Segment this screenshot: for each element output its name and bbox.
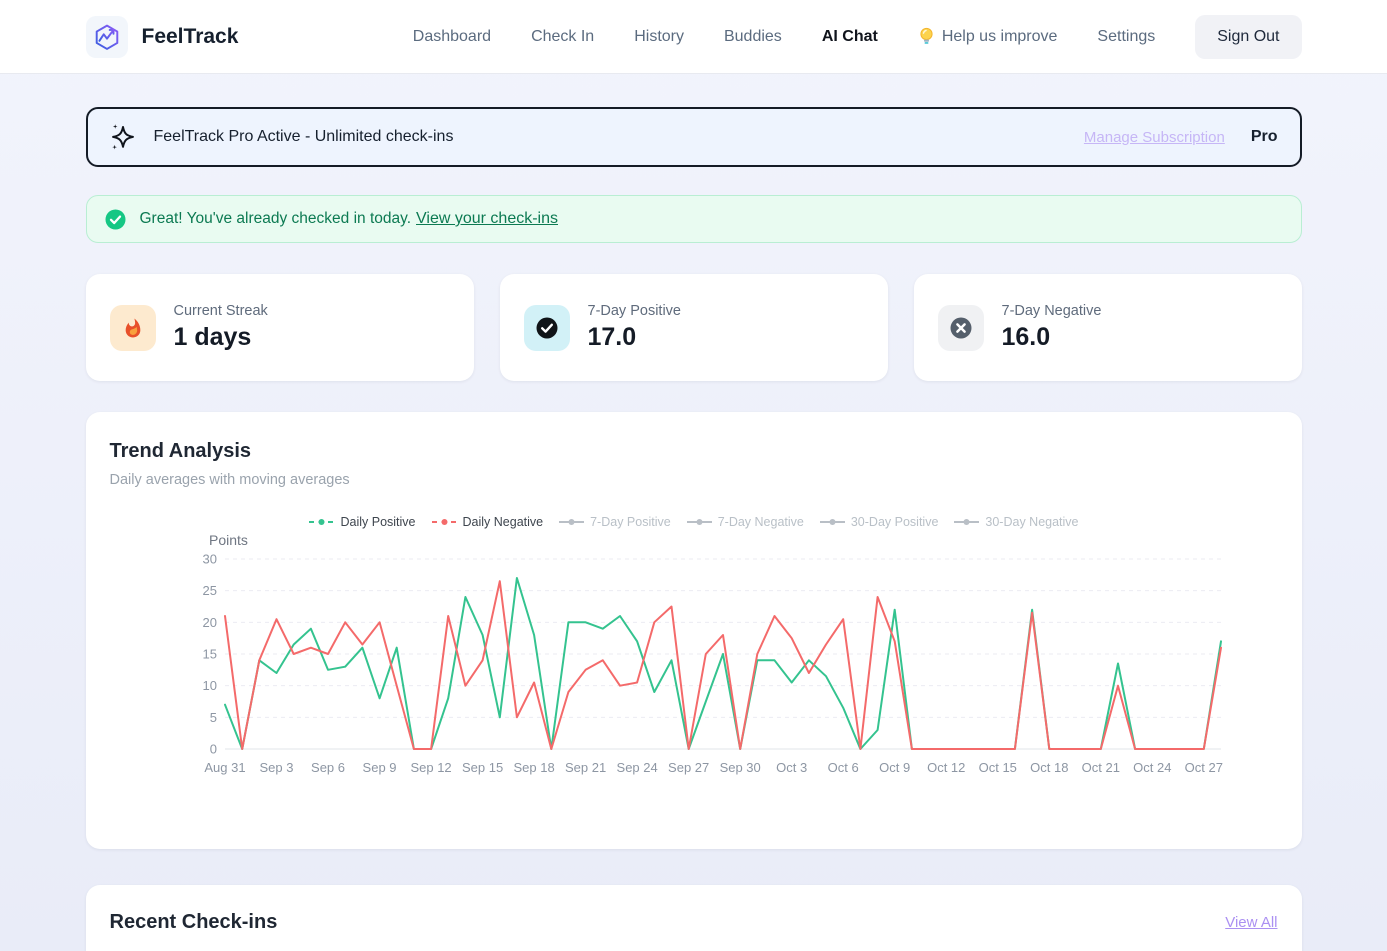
x-badge-icon — [938, 305, 984, 351]
svg-text:Oct 9: Oct 9 — [879, 760, 910, 775]
check-circle-icon — [105, 209, 126, 230]
svg-text:Sep 27: Sep 27 — [668, 760, 709, 775]
svg-text:Sep 6: Sep 6 — [311, 760, 345, 775]
svg-text:Oct 15: Oct 15 — [978, 760, 1016, 775]
svg-text:Oct 12: Oct 12 — [927, 760, 965, 775]
legend-item[interactable]: 30-Day Positive — [819, 515, 939, 529]
brand: FeelTrack — [86, 16, 239, 58]
stat-label: 7-Day Negative — [1002, 303, 1102, 319]
stat-card-current-streak: Current Streak 1 days — [86, 274, 474, 381]
svg-text:Sep 21: Sep 21 — [565, 760, 606, 775]
nav-item-settings[interactable]: Settings — [1097, 28, 1155, 46]
svg-text:Sep 3: Sep 3 — [259, 760, 293, 775]
pro-badge: Pro — [1251, 128, 1278, 146]
trend-analysis-card: Trend Analysis Daily averages with movin… — [86, 412, 1302, 849]
lightbulb-icon — [918, 27, 935, 46]
view-checkins-link[interactable]: View your check-ins — [416, 210, 558, 228]
trend-chart-svg: 0 5 10 15 20 25 30 Points Aug 31 Sep 3 Sep 6 Sep 9 S… — [110, 531, 1250, 783]
recent-title: Recent Check-ins — [110, 911, 278, 934]
help-label: Help us improve — [942, 28, 1058, 46]
trend-subtitle: Daily averages with moving averages — [110, 472, 1278, 488]
nav-links: Dashboard Check In History Buddies AI Ch… — [413, 15, 1302, 59]
nav-item-help-us-improve[interactable]: Help us improve — [918, 27, 1058, 46]
navbar: FeelTrack Dashboard Check In History Bud… — [0, 0, 1387, 74]
svg-text:Sep 9: Sep 9 — [362, 760, 396, 775]
success-banner: Great! You've already checked in today. … — [86, 195, 1302, 243]
check-badge-icon — [524, 305, 570, 351]
svg-text:Sep 18: Sep 18 — [513, 760, 554, 775]
chart-legend: Daily Positive Daily Negative 7-Day Positi… — [110, 515, 1278, 529]
pro-banner: FeelTrack Pro Active - Unlimited check-i… — [86, 107, 1302, 167]
svg-text:Oct 21: Oct 21 — [1081, 760, 1119, 775]
stat-value: 16.0 — [1002, 323, 1102, 352]
stat-card-7day-positive: 7-Day Positive 17.0 — [500, 274, 888, 381]
svg-text:Oct 24: Oct 24 — [1133, 760, 1171, 775]
svg-text:Oct 18: Oct 18 — [1030, 760, 1068, 775]
svg-text:5: 5 — [209, 710, 216, 725]
manage-subscription-link[interactable]: Manage Subscription — [1084, 129, 1225, 146]
svg-text:Oct 27: Oct 27 — [1184, 760, 1222, 775]
sign-out-button[interactable]: Sign Out — [1195, 15, 1301, 59]
sparkles-icon — [110, 122, 136, 152]
svg-text:20: 20 — [202, 615, 216, 630]
svg-text:Sep 30: Sep 30 — [719, 760, 760, 775]
pro-banner-text: FeelTrack Pro Active - Unlimited check-i… — [154, 128, 454, 146]
nav-item-dashboard[interactable]: Dashboard — [413, 28, 491, 46]
stat-value: 17.0 — [588, 323, 681, 352]
svg-text:Aug 31: Aug 31 — [204, 760, 245, 775]
nav-item-history[interactable]: History — [634, 28, 684, 46]
stat-label: 7-Day Positive — [588, 303, 681, 319]
success-message: Great! You've already checked in today. — [140, 210, 412, 228]
svg-text:Sep 15: Sep 15 — [461, 760, 502, 775]
svg-text:25: 25 — [202, 583, 216, 598]
svg-text:Oct 6: Oct 6 — [827, 760, 858, 775]
stat-value: 1 days — [174, 323, 268, 352]
brand-title: FeelTrack — [142, 25, 239, 49]
stats-row: Current Streak 1 days 7-Day Positive 17.… — [86, 274, 1302, 381]
legend-item[interactable]: 7-Day Negative — [686, 515, 804, 529]
trend-title: Trend Analysis — [110, 440, 1278, 463]
nav-item-checkin[interactable]: Check In — [531, 28, 594, 46]
svg-text:Sep 12: Sep 12 — [410, 760, 451, 775]
view-all-link[interactable]: View All — [1225, 914, 1277, 931]
svg-text:10: 10 — [202, 678, 216, 693]
svg-text:0: 0 — [209, 742, 216, 757]
flame-icon — [110, 305, 156, 351]
recent-checkins-card: Recent Check-ins View All — [86, 885, 1302, 951]
stat-card-7day-negative: 7-Day Negative 16.0 — [914, 274, 1302, 381]
svg-text:15: 15 — [202, 647, 216, 662]
svg-text:Oct 3: Oct 3 — [776, 760, 807, 775]
nav-item-ai-chat[interactable]: AI Chat — [822, 28, 878, 46]
svg-text:Points: Points — [209, 532, 248, 548]
legend-item[interactable]: 7-Day Positive — [558, 515, 671, 529]
svg-text:30: 30 — [202, 552, 216, 567]
legend-item[interactable]: 30-Day Negative — [953, 515, 1078, 529]
stat-label: Current Streak — [174, 303, 268, 319]
legend-item[interactable]: Daily Negative — [431, 515, 544, 529]
svg-text:Sep 24: Sep 24 — [616, 760, 657, 775]
nav-item-buddies[interactable]: Buddies — [724, 28, 782, 46]
legend-item[interactable]: Daily Positive — [308, 515, 415, 529]
logo-icon — [86, 16, 128, 58]
